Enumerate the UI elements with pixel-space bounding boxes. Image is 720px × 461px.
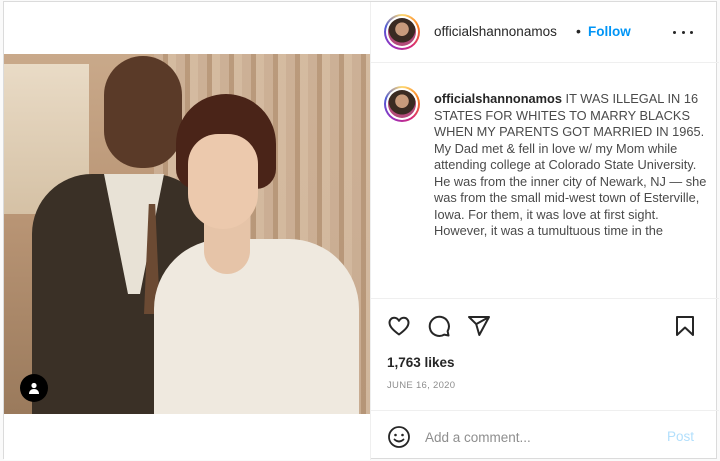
share-icon[interactable] — [467, 314, 491, 338]
follow-button[interactable]: Follow — [588, 24, 631, 39]
tagged-users-button[interactable] — [20, 374, 48, 402]
woman-face — [188, 134, 258, 229]
caption-area: officialshannonamos IT WAS ILLEGAL IN 16… — [371, 64, 719, 298]
caption-paragraph: My Dad met & fell in love w/ my Mom whil… — [434, 140, 707, 239]
post-date[interactable]: JUNE 16, 2020 — [387, 380, 455, 391]
caption-text: officialshannonamos IT WAS ILLEGAL IN 16… — [434, 91, 710, 240]
post-photo[interactable] — [4, 54, 370, 414]
more-horizontal-icon[interactable] — [673, 24, 693, 40]
post-header: officialshannonamos • Follow — [371, 2, 719, 63]
caption-avatar[interactable] — [384, 86, 420, 122]
emoji-icon[interactable] — [387, 425, 411, 449]
woman-dress — [154, 239, 359, 414]
comment-input[interactable] — [425, 426, 655, 448]
header-separator: • — [576, 23, 581, 39]
heart-icon[interactable] — [387, 314, 411, 338]
user-tag-icon — [29, 382, 39, 394]
action-bar — [371, 298, 719, 348]
comment-icon[interactable] — [427, 314, 451, 338]
post-side-panel: officialshannonamos • Follow officialsha… — [370, 2, 719, 460]
header-avatar[interactable] — [384, 14, 420, 50]
man-head — [104, 56, 182, 168]
header-username[interactable]: officialshannonamos — [434, 24, 557, 39]
likes-count[interactable]: 1,763 likes — [387, 355, 455, 370]
comment-bar: Post — [371, 410, 719, 460]
post-photo-panel — [4, 2, 370, 460]
post-card: officialshannonamos • Follow officialsha… — [3, 1, 719, 460]
bookmark-icon[interactable] — [673, 314, 697, 338]
caption-username[interactable]: officialshannonamos — [434, 91, 562, 106]
post-comment-button[interactable]: Post — [667, 429, 694, 444]
